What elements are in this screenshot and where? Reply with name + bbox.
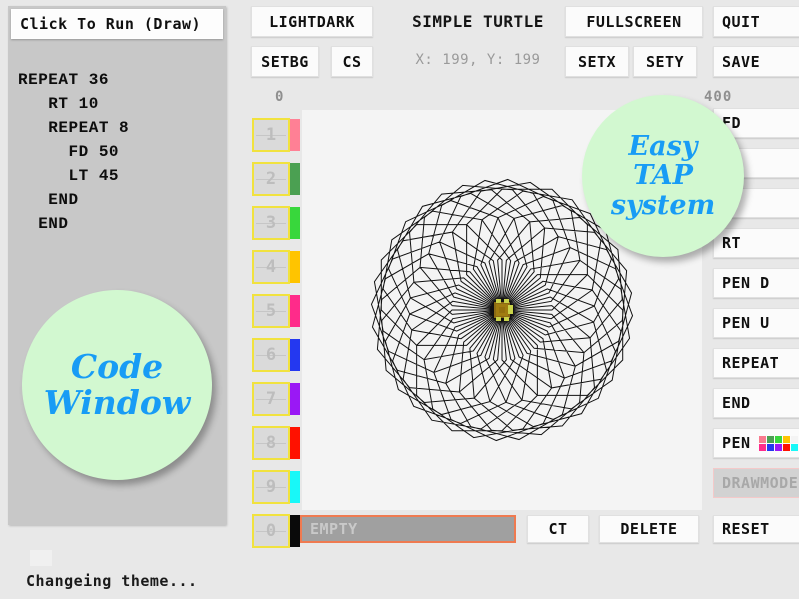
bubble-line-3: system (610, 189, 716, 221)
delete-button[interactable]: DELETE (599, 515, 699, 543)
palette-slot-7: 7 (252, 382, 300, 422)
coordinates-readout: X: 199, Y: 199 (415, 52, 541, 68)
fullscreen-button[interactable]: FULLSCREEN (565, 6, 703, 37)
status-indicator-chip (30, 550, 52, 566)
palette-slot-6: 6 (252, 338, 300, 378)
pen-color-cell-6[interactable] (766, 443, 774, 451)
command-button-label: PEN U (722, 314, 770, 332)
palette-color-chip-6[interactable] (290, 339, 300, 371)
command-button-label: DRAWMODE (722, 474, 799, 492)
pen-color-cell-9[interactable] (790, 443, 798, 451)
pen-color-cell-4[interactable] (790, 435, 798, 443)
palette-color-chip-4[interactable] (290, 251, 300, 283)
pen-color-cell-8[interactable] (782, 443, 790, 451)
command-button-label: PEN D (722, 274, 770, 292)
palette-swatch-button-3[interactable]: 3 (252, 206, 290, 240)
bubble-line-2: TAP (633, 160, 693, 192)
setx-button[interactable]: SETX (565, 46, 629, 77)
page-title: SIMPLE TURTLE (412, 12, 544, 31)
color-palette-strip: 1 2 3 4 5 6 7 8 9 0 (252, 118, 300, 558)
pen-color-cell-5[interactable] (758, 443, 766, 451)
pen-color-cell-1[interactable] (766, 435, 774, 443)
command-button-pen[interactable]: PEN (713, 428, 799, 458)
pen-color-cell-0[interactable] (758, 435, 766, 443)
setbg-button[interactable]: SETBG (251, 46, 319, 77)
palette-swatch-button-9[interactable]: 9 (252, 470, 290, 504)
command-button-end[interactable]: END (713, 388, 799, 418)
palette-swatch-button-8[interactable]: 8 (252, 426, 290, 460)
palette-slot-2: 2 (252, 162, 300, 202)
command-button-pen-d[interactable]: PEN D (713, 268, 799, 298)
command-button-label: RT (722, 234, 742, 252)
bubble-line-2: Window (43, 383, 191, 422)
palette-slot-3: 3 (252, 206, 300, 246)
palette-swatch-label: 7 (265, 389, 277, 409)
bubble-line-1: Code (70, 347, 164, 387)
palette-color-chip-2[interactable] (290, 163, 300, 195)
command-button-label: REPEAT (722, 354, 780, 372)
lightdark-button[interactable]: LIGHTDARK (251, 6, 373, 37)
palette-color-chip-8[interactable] (290, 427, 300, 459)
palette-swatch-label: 2 (265, 169, 277, 189)
ruler-label-max: 400 (704, 89, 733, 105)
palette-swatch-button-4[interactable]: 4 (252, 250, 290, 284)
palette-color-chip-1[interactable] (290, 119, 300, 151)
pen-color-cell-7[interactable] (774, 443, 782, 451)
palette-color-chip-7[interactable] (290, 383, 300, 415)
command-line-input[interactable]: EMPTY (300, 515, 516, 543)
cs-button[interactable]: CS (331, 46, 373, 77)
palette-swatch-label: 8 (265, 433, 277, 453)
reset-button[interactable]: RESET (713, 515, 799, 543)
palette-swatch-button-6[interactable]: 6 (252, 338, 290, 372)
palette-slot-0: 0 (252, 514, 300, 554)
palette-slot-5: 5 (252, 294, 300, 334)
palette-color-chip-0[interactable] (290, 515, 300, 547)
palette-slot-1: 1 (252, 118, 300, 158)
palette-swatch-label: 6 (265, 345, 277, 365)
palette-swatch-label: 3 (265, 213, 277, 233)
code-window-callout-bubble: Code Window (22, 290, 212, 480)
palette-swatch-button-7[interactable]: 7 (252, 382, 290, 416)
palette-color-chip-9[interactable] (290, 471, 300, 503)
easy-tap-callout-bubble: Easy TAP system (582, 95, 744, 257)
sety-button[interactable]: SETY (633, 46, 697, 77)
palette-slot-8: 8 (252, 426, 300, 466)
command-button-rt[interactable]: RT (713, 228, 799, 258)
palette-swatch-button-0[interactable]: 0 (252, 514, 290, 548)
command-button-drawmode: DRAWMODE (713, 468, 799, 498)
palette-swatch-button-2[interactable]: 2 (252, 162, 290, 196)
code-editor-text[interactable]: REPEAT 36 RT 10 REPEAT 8 FD 50 LT 45 END… (18, 68, 218, 236)
ruler-label-min: 0 (275, 89, 285, 105)
pen-color-grid[interactable] (758, 435, 798, 451)
palette-color-chip-3[interactable] (290, 207, 300, 239)
command-button-label: END (722, 394, 751, 412)
palette-slot-9: 9 (252, 470, 300, 510)
palette-swatch-label: 4 (265, 257, 277, 277)
quit-button[interactable]: QUIT (713, 6, 799, 37)
palette-color-chip-5[interactable] (290, 295, 300, 327)
pen-color-cell-3[interactable] (782, 435, 790, 443)
pen-color-cell-2[interactable] (774, 435, 782, 443)
palette-swatch-label: 1 (265, 125, 277, 145)
ct-button[interactable]: CT (527, 515, 589, 543)
palette-swatch-label: 5 (265, 301, 277, 321)
command-button-label: PEN (722, 434, 751, 452)
command-button-repeat[interactable]: REPEAT (713, 348, 799, 378)
palette-swatch-button-5[interactable]: 5 (252, 294, 290, 328)
command-button-pen-u[interactable]: PEN U (713, 308, 799, 338)
bubble-line-1: Easy (628, 131, 698, 163)
palette-slot-4: 4 (252, 250, 300, 290)
palette-swatch-label: 9 (265, 477, 277, 497)
status-message: Changeing theme... (26, 572, 198, 590)
palette-swatch-button-1[interactable]: 1 (252, 118, 290, 152)
top-toolbar: LIGHTDARK SETBG CS SIMPLE TURTLE X: 199,… (0, 0, 799, 88)
palette-swatch-label: 0 (265, 521, 277, 541)
save-button[interactable]: SAVE (713, 46, 799, 77)
